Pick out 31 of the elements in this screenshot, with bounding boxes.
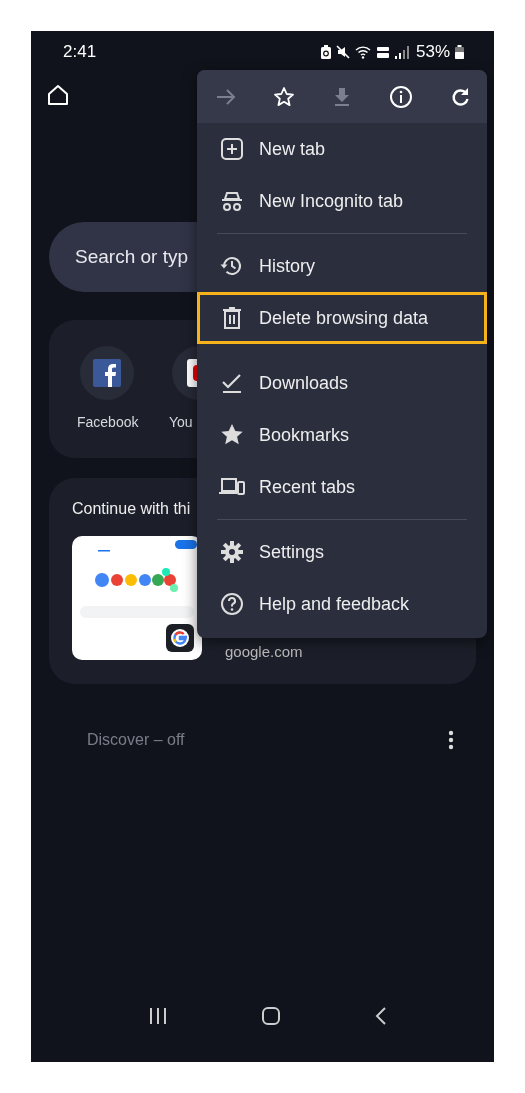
menu-item[interactable]: New Incognito tab <box>197 175 487 227</box>
wifi-icon <box>354 45 371 59</box>
home-nav-button[interactable] <box>261 1007 280 1025</box>
menu-item[interactable]: Recent tabs <box>197 461 487 513</box>
shortcut-label: You <box>169 414 193 430</box>
help-icon <box>219 591 245 617</box>
shortcut-label: Facebook <box>77 414 139 430</box>
back-button[interactable] <box>374 1007 387 1025</box>
site-url: google.com <box>225 643 303 660</box>
mute-icon <box>335 45 350 59</box>
new-tab-icon <box>219 136 245 162</box>
menu-item[interactable]: Help and feedback <box>197 578 487 630</box>
recent-apps-button[interactable] <box>148 1008 167 1024</box>
settings-icon <box>219 539 245 565</box>
discover-status: Discover – off <box>87 731 185 749</box>
google-g-icon <box>171 629 189 647</box>
menu-item[interactable]: Delete browsing data <box>197 292 487 344</box>
facebook-icon <box>93 359 121 387</box>
star-button[interactable] <box>273 85 295 108</box>
battery-percentage: 53% <box>415 42 450 62</box>
signal-icon <box>394 45 409 59</box>
menu-item[interactable]: Downloads <box>197 344 487 409</box>
info-button[interactable] <box>389 84 413 109</box>
menu-item[interactable]: Bookmarks <box>197 409 487 461</box>
home-button[interactable] <box>47 84 69 106</box>
card-title: Continue with thi <box>72 500 192 518</box>
battery-saver-icon <box>320 45 331 59</box>
more-options-icon[interactable] <box>448 730 454 750</box>
status-time: 2:41 <box>63 42 97 62</box>
battery-icon <box>455 45 464 59</box>
menu-item[interactable]: New tab <box>197 123 487 175</box>
